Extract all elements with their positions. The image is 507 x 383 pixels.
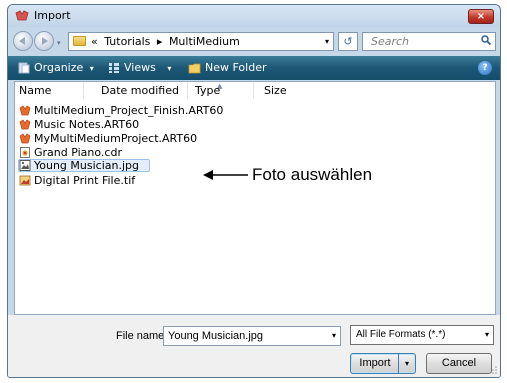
- title-bar[interactable]: Import ×: [8, 5, 500, 27]
- refresh-button[interactable]: ↺: [338, 32, 358, 51]
- breadcrumb-separator[interactable]: ▸: [157, 35, 163, 48]
- close-button[interactable]: ×: [468, 9, 494, 24]
- views-button[interactable]: Views ▾: [108, 61, 171, 74]
- import-dialog: Import × ▾ « Tutorials ▸ MultiMedium ▾ ↺…: [7, 4, 501, 378]
- breadcrumb: « Tutorials ▸ MultiMedium: [91, 35, 243, 48]
- import-label: Import: [359, 357, 391, 369]
- annotation-arrow-icon: [203, 170, 248, 180]
- tif-icon: [19, 175, 31, 185]
- new-folder-label: New Folder: [205, 61, 267, 74]
- folder-icon: [73, 36, 86, 46]
- chevron-down-icon[interactable]: ▾: [485, 330, 489, 339]
- breadcrumb-tutorials[interactable]: Tutorials: [104, 35, 150, 48]
- recent-pages-dropdown[interactable]: ▾: [57, 39, 61, 47]
- chevron-down-icon: ▾: [167, 64, 172, 73]
- refresh-icon: ↺: [343, 35, 353, 48]
- help-icon[interactable]: ?: [478, 61, 492, 75]
- file-type-select[interactable]: All File Formats (*.*) ▾: [350, 325, 494, 345]
- help-glyph: ?: [482, 63, 488, 73]
- breadcrumb-multimedium[interactable]: MultiMedium: [169, 35, 240, 48]
- file-type-value: All File Formats (*.*): [356, 329, 446, 340]
- column-header-size[interactable]: Size: [264, 84, 287, 97]
- window-title: Import: [34, 9, 71, 22]
- views-label: Views: [124, 61, 156, 74]
- file-list[interactable]: Name Date modified ▲ Type Size MultiMedi…: [14, 81, 496, 315]
- file-row[interactable]: Digital Print File.tif: [19, 173, 135, 187]
- resize-grip-icon[interactable]: [488, 365, 498, 375]
- file-row[interactable]: MyMultiMediumProject.ART60: [19, 131, 197, 145]
- search-input[interactable]: Search: [371, 35, 409, 48]
- chevron-down-icon[interactable]: ▾: [332, 331, 336, 340]
- back-button[interactable]: [13, 31, 33, 51]
- views-icon: [109, 63, 119, 73]
- file-row[interactable]: Grand Piano.cdr: [19, 145, 122, 159]
- app-icon: [15, 10, 29, 21]
- file-name: Grand Piano.cdr: [34, 145, 122, 159]
- command-bar: Organize ▾ Views ▾ New Folder ?: [8, 56, 500, 80]
- file-row[interactable]: MultiMedium_Project_Finish.ART60: [19, 103, 223, 117]
- column-divider[interactable]: [253, 82, 254, 99]
- file-name-label: File name:: [116, 330, 168, 342]
- column-header-name[interactable]: Name: [19, 84, 51, 97]
- art60-icon: [19, 119, 31, 129]
- file-row-selected[interactable]: Young Musician.jpg: [18, 159, 150, 172]
- organize-icon: [18, 62, 30, 74]
- search-box[interactable]: Search: [362, 32, 496, 51]
- annotation-text: Foto auswählen: [252, 165, 373, 184]
- file-name: Young Musician.jpg: [34, 159, 139, 172]
- close-icon: ×: [476, 11, 486, 22]
- file-row[interactable]: Music Notes.ART60: [19, 117, 139, 131]
- new-folder-icon: [188, 63, 201, 74]
- search-icon: [481, 35, 491, 45]
- art60-icon: [19, 133, 31, 143]
- breadcrumb-overflow[interactable]: «: [91, 35, 98, 48]
- cancel-button[interactable]: Cancel: [426, 353, 492, 374]
- import-split-dropdown[interactable]: ▾: [398, 354, 415, 373]
- file-name-field[interactable]: Young Musician.jpg ▾: [163, 326, 341, 346]
- organize-label: Organize: [34, 61, 84, 74]
- column-header-date-modified[interactable]: Date modified: [101, 84, 179, 97]
- navigation-bar: ▾ « Tutorials ▸ MultiMedium ▾ ↺ Search: [8, 27, 500, 55]
- column-header-type[interactable]: Type: [195, 84, 220, 97]
- bottom-panel: File name: Young Musician.jpg ▾ All File…: [8, 315, 500, 377]
- column-divider[interactable]: [187, 82, 188, 99]
- new-folder-button[interactable]: New Folder: [188, 61, 266, 74]
- file-name-value[interactable]: Young Musician.jpg: [168, 330, 263, 342]
- import-button[interactable]: Import ▾: [350, 353, 416, 374]
- organize-button[interactable]: Organize ▾: [18, 61, 94, 74]
- column-divider[interactable]: [83, 82, 84, 99]
- art60-icon: [19, 105, 31, 115]
- forward-button[interactable]: [34, 31, 54, 51]
- file-name: Digital Print File.tif: [34, 173, 136, 187]
- chevron-down-icon: ▾: [89, 64, 94, 73]
- address-bar[interactable]: « Tutorials ▸ MultiMedium ▾: [68, 32, 334, 51]
- file-name: MyMultiMediumProject.ART60: [34, 131, 198, 145]
- address-dropdown[interactable]: ▾: [325, 37, 329, 46]
- cdr-icon: [20, 146, 30, 158]
- file-name: Music Notes.ART60: [34, 117, 140, 131]
- file-name: MultiMedium_Project_Finish.ART60: [34, 103, 224, 117]
- jpg-icon: [19, 160, 31, 171]
